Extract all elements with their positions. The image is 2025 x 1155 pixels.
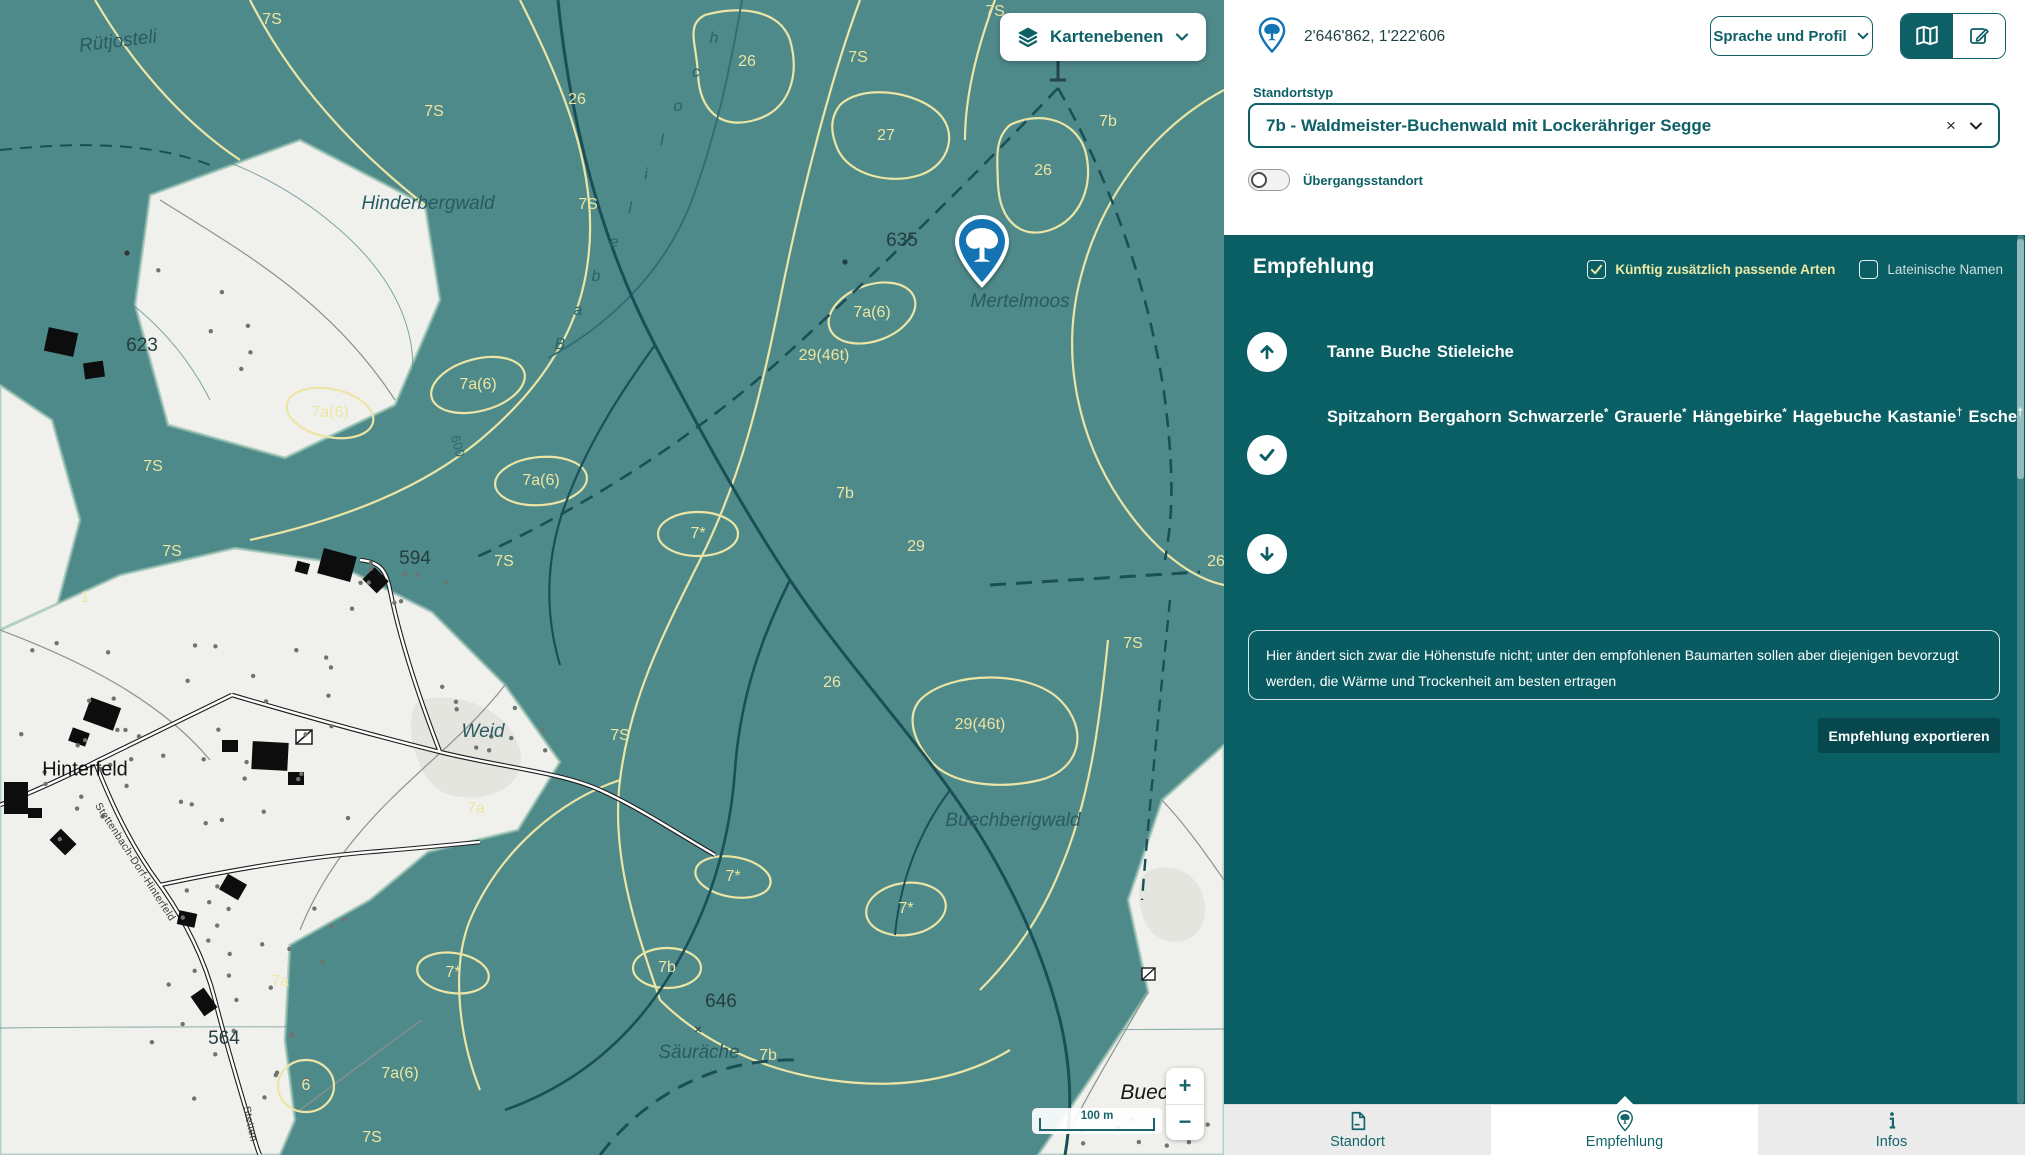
- side-panel: 2'646'862, 1'222'606 Sprache und Profil: [1224, 0, 2025, 1155]
- export-recommendation-button[interactable]: Empfehlung exportieren: [1818, 718, 2000, 753]
- edit-icon: [1967, 24, 1991, 48]
- layers-icon: [1016, 25, 1040, 49]
- chevron-down-icon: [1856, 29, 1870, 43]
- site-type-label: Standortstyp: [1253, 85, 1333, 100]
- chevron-down-icon[interactable]: [1968, 118, 1984, 134]
- species-item: Schwarzerle*: [1508, 408, 1609, 426]
- toggle-knob: [1251, 172, 1267, 188]
- scale-bracket: [1039, 1118, 1155, 1131]
- language-profile-button[interactable]: Sprache und Profil: [1710, 16, 1873, 56]
- check-circle-icon: [1247, 435, 1287, 475]
- topo-map: [0, 0, 1224, 1155]
- elevation-note: Hier ändert sich zwar die Höhenstufe nic…: [1248, 630, 2000, 700]
- species-item: Hagebuche: [1793, 408, 1882, 426]
- option-checkboxes: Künftig zusätzlich passende Arten Latein…: [1587, 260, 2003, 279]
- info-icon: [1881, 1110, 1903, 1132]
- species-item: Buche: [1380, 343, 1430, 361]
- chevron-down-icon: [1174, 29, 1190, 45]
- map-area[interactable]: 7S7S267S26277S7S7b267a(6)29(46t)7a(6)7a(…: [0, 0, 1224, 1155]
- map-layers-button[interactable]: Kartenebenen: [1000, 13, 1206, 61]
- zoom-in-button[interactable]: +: [1166, 1068, 1204, 1105]
- species-item: Hängebirke*: [1692, 408, 1786, 426]
- coordinates-readout: 2'646'862, 1'222'606: [1304, 28, 1445, 46]
- tree-pin-icon: [1614, 1110, 1636, 1132]
- map-view-button[interactable]: [1901, 14, 1953, 58]
- species-item: Esche†: [1968, 408, 2023, 426]
- clear-icon[interactable]: ×: [1934, 116, 1968, 136]
- species-upgraded-list: Tanne Buche Stieleiche: [1327, 340, 1985, 365]
- view-switcher: [1900, 13, 2006, 59]
- future-species-checkbox[interactable]: Künftig zusätzlich passende Arten: [1587, 260, 1835, 279]
- arrow-up-circle-icon: [1247, 332, 1287, 372]
- species-item: Spitzahorn: [1327, 408, 1412, 426]
- latin-names-checkbox[interactable]: Lateinische Namen: [1859, 260, 2003, 279]
- transition-site-row: Übergangsstandort: [1248, 169, 1423, 191]
- checkbox-checked-icon: [1587, 260, 1606, 279]
- tab-standort[interactable]: Standort: [1224, 1105, 1491, 1155]
- app-pin-logo: [1257, 17, 1287, 54]
- treeapp-window: 7S7S267S26277S7S7b267a(6)29(46t)7a(6)7a(…: [0, 0, 2025, 1155]
- location-marker[interactable]: [951, 214, 1013, 290]
- site-type-select[interactable]: 7b - Waldmeister-Buchenwald mit Lockeräh…: [1248, 103, 2000, 148]
- species-item: Bergahorn: [1418, 408, 1501, 426]
- transition-site-label: Übergangsstandort: [1303, 173, 1423, 188]
- arrow-down-circle-icon: [1247, 534, 1287, 574]
- transition-site-toggle[interactable]: [1248, 169, 1290, 191]
- species-suitable-list: Spitzahorn Bergahorn Schwarzerle* Grauerle*…: [1327, 405, 1985, 430]
- tab-empfehlung[interactable]: Empfehlung: [1491, 1105, 1758, 1155]
- section-title: Empfehlung: [1253, 255, 1374, 279]
- scrollbar[interactable]: [2017, 235, 2024, 1104]
- species-item: Kastanie†: [1888, 408, 1963, 426]
- species-item: Stieleiche: [1437, 343, 1514, 361]
- tab-infos[interactable]: Infos: [1758, 1105, 2025, 1155]
- bottom-tab-bar: Standort Empfehlung Infos: [1224, 1104, 2025, 1155]
- zoom-out-button[interactable]: −: [1166, 1105, 1204, 1141]
- zoom-control: + −: [1166, 1068, 1204, 1140]
- species-item: Tanne: [1327, 343, 1374, 361]
- scrollbar-thumb[interactable]: [2017, 239, 2024, 479]
- recommendation-section: Empfehlung Künftig zusätzlich passende A…: [1224, 235, 2025, 1104]
- species-item: Grauerle*: [1614, 408, 1686, 426]
- site-type-value: 7b - Waldmeister-Buchenwald mit Lockeräh…: [1266, 116, 1934, 136]
- map-scale: 100 m: [1032, 1108, 1162, 1134]
- panel-header: 2'646'862, 1'222'606 Sprache und Profil: [1224, 0, 2025, 235]
- map-icon: [1914, 23, 1940, 49]
- checkbox-empty-icon: [1859, 260, 1878, 279]
- edit-view-button[interactable]: [1953, 14, 2005, 58]
- document-icon: [1347, 1110, 1369, 1132]
- map-layers-label: Kartenebenen: [1050, 27, 1164, 47]
